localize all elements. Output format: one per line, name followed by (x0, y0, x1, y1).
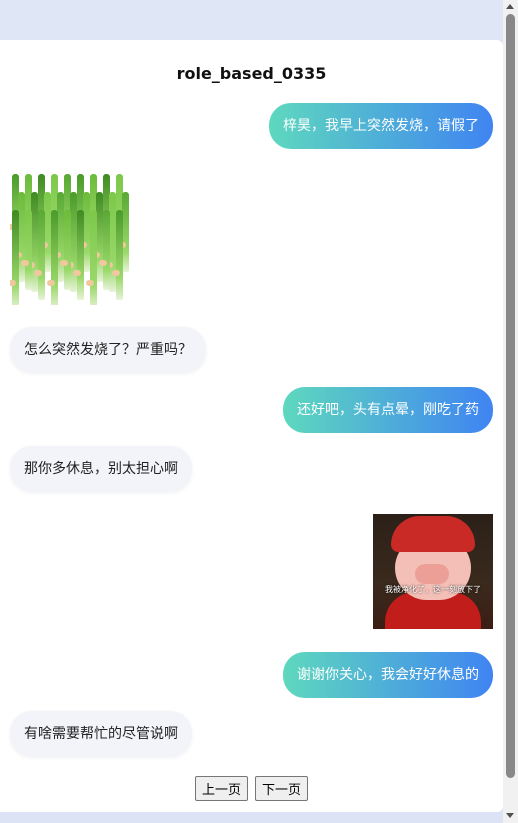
onion-stalk (57, 192, 64, 282)
hand-emoji (60, 260, 68, 266)
onion-stalk (122, 192, 129, 272)
hand-emoji (73, 270, 81, 276)
onion-stalk (44, 192, 51, 272)
hand-emoji (21, 260, 29, 266)
window-top-band (0, 0, 518, 40)
message-bubble-received: 那你多休息，别太担心啊 (10, 446, 192, 492)
onion-stalk (12, 210, 19, 305)
onion-stalk (51, 210, 58, 305)
onion-stalk (96, 192, 103, 282)
hand-emoji (47, 280, 55, 286)
sticker-caption: 我被净化了，这一刻放下了 (385, 585, 481, 594)
chat-title: role_based_0335 (176, 64, 327, 83)
message-bubble-sent: 梓昊，我早上突然发烧，请假了 (269, 103, 493, 149)
onion-stalk (103, 210, 110, 290)
pig-snout (415, 564, 449, 584)
window-bottom-band (0, 812, 518, 823)
onion-stalk (64, 210, 71, 290)
message-bubble-received: 怎么突然发烧了？严重吗？ (10, 327, 206, 373)
message-bubble-sent: 谢谢你关心，我会好好休息的 (283, 652, 493, 698)
green-onion-sticker (10, 170, 130, 305)
onion-stalk (31, 192, 38, 292)
hand-emoji (34, 270, 42, 276)
message-bubble-received: 有啥需要帮忙的尽管说啊 (10, 711, 192, 757)
onion-stalk (90, 210, 97, 305)
onion-stalk (83, 192, 90, 272)
onion-stalk (109, 192, 116, 292)
hand-emoji (99, 260, 107, 266)
onion-stalk (77, 210, 84, 300)
scroll-down-arrow-icon[interactable] (506, 813, 514, 818)
chat-panel: role_based_0335 梓昊，我早上突然发烧，请假了 怎么突然发烧了？严… (0, 40, 503, 812)
onion-stalk (116, 210, 123, 300)
scroll-up-arrow-icon[interactable] (506, 4, 514, 9)
message-bubble-sent: 还好吧，头有点晕，刚吃了药 (283, 387, 493, 433)
hand-emoji (112, 270, 120, 276)
onion-stalk (70, 192, 77, 292)
pig-hat (391, 516, 475, 552)
onion-stalk (38, 210, 45, 300)
hand-emoji (86, 280, 94, 286)
pig-sticker: 我被净化了，这一刻放下了 (373, 514, 493, 629)
hand-emoji (10, 280, 16, 286)
onion-stalk (18, 192, 25, 282)
pagination: 上一页 下一页 (0, 776, 503, 801)
prev-page-button[interactable]: 上一页 (194, 776, 248, 801)
vertical-scrollbar[interactable] (503, 0, 518, 823)
next-page-button[interactable]: 下一页 (255, 776, 309, 801)
onion-stalk (25, 210, 32, 290)
scrollbar-thumb[interactable] (506, 14, 515, 778)
